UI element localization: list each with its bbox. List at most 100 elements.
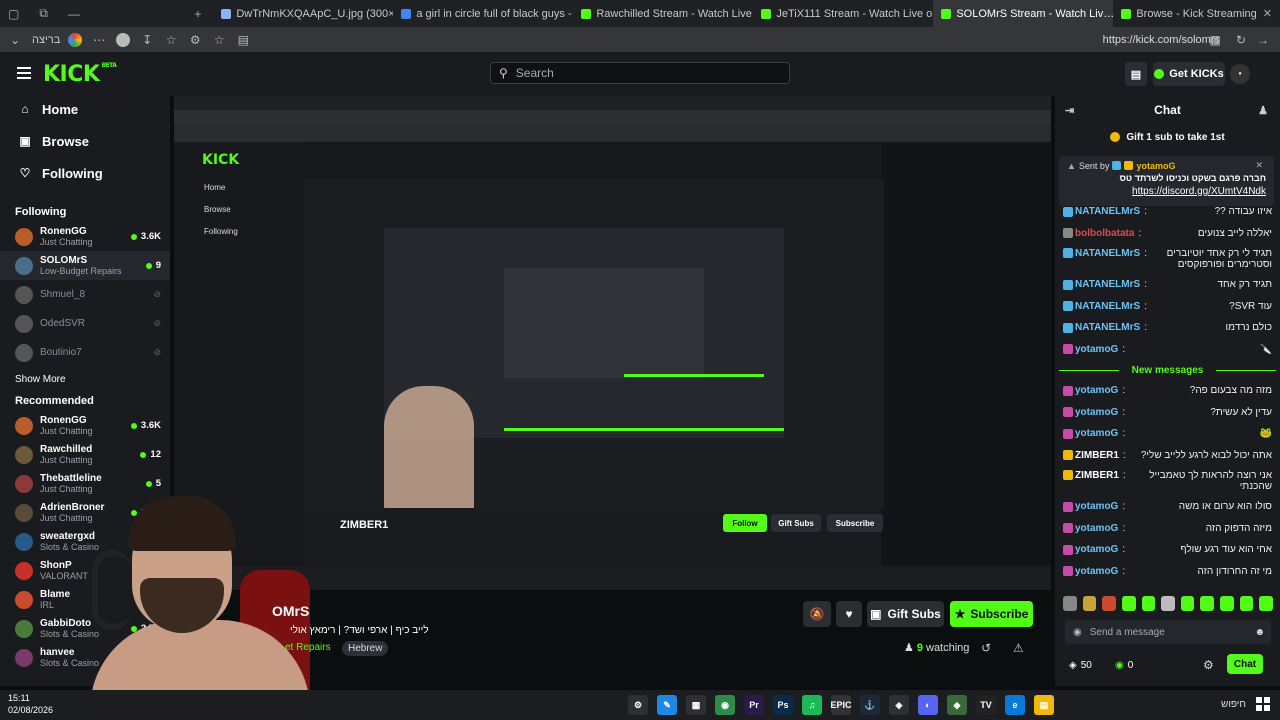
show-more-link[interactable]: Show More [0, 367, 170, 391]
chat-username[interactable]: yotamoG [1075, 544, 1118, 555]
emote-icon[interactable] [1220, 596, 1234, 611]
pinned-link[interactable]: https://discord.gg/XUmtV4Ndk [1067, 186, 1266, 197]
kick-logo[interactable]: KICK BETA [43, 62, 117, 87]
sidebar-channel[interactable]: RonenGG Just Chatting 3.6K [0, 222, 170, 251]
browser-tab[interactable]: a girl in circle full of black guys - G…… [393, 0, 573, 27]
gift-banner[interactable]: Gift 1 sub to take 1st [1055, 126, 1280, 148]
chat-username[interactable]: yotamoG [1075, 501, 1118, 512]
chat-username[interactable]: ZIMBER1 [1075, 450, 1119, 461]
url-text[interactable]: https://kick.com/solomrs [1103, 34, 1220, 46]
chat-username[interactable]: yotamoG [1075, 344, 1118, 355]
chat-username[interactable]: ZIMBER1 [1075, 470, 1119, 481]
sidebar-channel[interactable]: Boutinio7 ⊘ [0, 338, 170, 367]
chat-username[interactable]: yotamoG [1075, 385, 1118, 396]
library-button[interactable]: ▤ [1125, 62, 1147, 86]
browser-tab[interactable]: Browse - Kick Streaming ✕ [1113, 0, 1280, 27]
extension-icon[interactable]: ⚙ [188, 33, 202, 47]
chevron-down-icon[interactable]: ⌄ [8, 33, 22, 47]
taskbar-app-icon[interactable]: Ps [773, 695, 793, 715]
emote-icon[interactable] [1161, 596, 1175, 611]
gift-subs-button[interactable]: ▣ Gift Subs [867, 601, 944, 627]
users-icon[interactable]: ♟ [1258, 104, 1268, 117]
share-icon[interactable]: ↺ [981, 641, 991, 655]
browser-tab[interactable]: SOLOMrS Stream - Watch Liv…✕ [933, 0, 1114, 27]
browser-tab[interactable]: Rawchilled Stream - Watch Live on…✕ [573, 0, 753, 27]
gear-icon[interactable]: ⚙ [1203, 658, 1214, 672]
account-icon[interactable] [116, 32, 131, 47]
emote-icon[interactable] [1141, 596, 1156, 611]
taskbar-search-label[interactable]: חיפוש [1221, 699, 1246, 710]
user-avatar[interactable]: ● [1230, 64, 1250, 84]
emote-icon[interactable] [1063, 596, 1077, 611]
taskbar-app-icon[interactable]: ▤ [1034, 695, 1054, 715]
emote-icon[interactable] [1239, 596, 1254, 611]
emoji-icon[interactable]: ☻ [1254, 627, 1265, 638]
subscribe-button[interactable]: ★ Subscribe [950, 601, 1033, 627]
taskbar-app-icon[interactable]: ✎ [657, 695, 677, 715]
taskbar-app-icon[interactable]: ♫ [802, 695, 822, 715]
back-label[interactable]: בריצה [32, 34, 60, 46]
sidebar-channel[interactable]: RonenGG Just Chatting 3.6K [0, 411, 170, 440]
window-icon[interactable]: ▢ [8, 7, 19, 21]
chat-username[interactable]: NATANELMrS [1075, 206, 1140, 217]
chat-username[interactable]: yotamoG [1075, 428, 1118, 439]
minimize-icon[interactable]: — [68, 7, 80, 21]
chat-input[interactable]: ◉ Send a message ☻ [1065, 620, 1271, 644]
emote-icon[interactable] [1200, 596, 1215, 611]
sidebar-channel[interactable]: OdedSVR ⊘ [0, 309, 170, 338]
emote-icon[interactable] [1259, 596, 1274, 611]
chat-username[interactable]: yotamoG [1075, 407, 1118, 418]
browser-tab[interactable]: JeTiX111 Stream - Watch Live on K…✕ [753, 0, 933, 27]
favorite-button[interactable]: ♥ [836, 601, 862, 627]
search-input[interactable]: ⚲ Search [490, 62, 790, 84]
browser-tab[interactable]: DwTrNmKXQAApC_U.jpg (300×20…✕ [213, 0, 393, 27]
taskbar-app-icon[interactable]: ◈ [889, 695, 909, 715]
pinned-sender-name[interactable]: yotamoG [1136, 161, 1175, 171]
taskbar-app-icon[interactable]: ◉ [715, 695, 735, 715]
reader-icon[interactable]: ▤ [236, 33, 250, 47]
windows-start-icon[interactable] [1256, 697, 1270, 711]
taskbar-app-icon[interactable]: Pr [744, 695, 764, 715]
chat-username[interactable]: yotamoG [1075, 523, 1118, 534]
taskbar-app-icon[interactable]: ◆ [947, 695, 967, 715]
chat-username[interactable]: NATANELMrS [1075, 322, 1140, 333]
channel-name[interactable]: OMrS [272, 603, 309, 619]
taskbar-app-icon[interactable]: ▦ [686, 695, 706, 715]
new-messages-divider[interactable]: New messages [1055, 360, 1280, 380]
more-icon[interactable]: ⋯ [92, 33, 106, 47]
chat-username[interactable]: NATANELMrS [1075, 279, 1140, 290]
emote-icon[interactable] [1082, 596, 1097, 611]
unpin-icon[interactable]: ✕ [1255, 160, 1263, 171]
taskbar-app-icon[interactable]: EPIC [831, 695, 852, 715]
emote-picker-icon[interactable]: ◉ [1073, 627, 1082, 638]
collapse-chat-icon[interactable]: ⇥ [1065, 104, 1074, 117]
new-tab-icon[interactable]: + [194, 7, 201, 21]
star-icon[interactable]: ☆ [164, 33, 178, 47]
taskbar-app-icon[interactable]: TV [976, 695, 996, 715]
clock[interactable]: 15:11 02/08/2026 [8, 692, 53, 716]
emote-icon[interactable] [1121, 596, 1136, 611]
download-icon[interactable]: ↧ [140, 33, 154, 47]
chat-username[interactable]: NATANELMrS [1075, 248, 1140, 259]
emote-icon[interactable] [1102, 596, 1116, 611]
nav-browse[interactable]: ▣ Browse [0, 125, 170, 157]
channel-points[interactable]: ◈ 50 [1069, 660, 1092, 671]
language-tag[interactable]: Hebrew [342, 641, 389, 656]
menu-icon[interactable] [17, 67, 31, 79]
taskbar-app-icon[interactable]: e [1005, 695, 1025, 715]
sidebar-channel[interactable]: Shmuel_8 ⊘ [0, 280, 170, 309]
bookmark-icon[interactable]: ☆ [212, 33, 226, 47]
reload-icon[interactable]: ↻ [1234, 33, 1248, 47]
restore-icon[interactable]: ⧉ [39, 6, 48, 21]
chat-username[interactable]: bolbolbatata [1075, 228, 1134, 239]
send-chat-button[interactable]: Chat [1227, 654, 1263, 674]
mute-notifications-button[interactable]: 🔕 [803, 601, 831, 627]
nav-home[interactable]: ⌂ Home [0, 96, 170, 125]
report-icon[interactable]: ⚠ [1013, 641, 1024, 655]
nav-following[interactable]: ♡ Following [0, 157, 170, 189]
chat-username[interactable]: yotamoG [1075, 566, 1118, 577]
taskbar-app-icon[interactable]: ◐ [918, 695, 938, 715]
forward-icon[interactable]: → [1256, 33, 1270, 47]
taskbar-app-icon[interactable]: ⚙ [628, 695, 648, 715]
sidebar-channel[interactable]: Rawchilled Just Chatting 12 [0, 440, 170, 469]
